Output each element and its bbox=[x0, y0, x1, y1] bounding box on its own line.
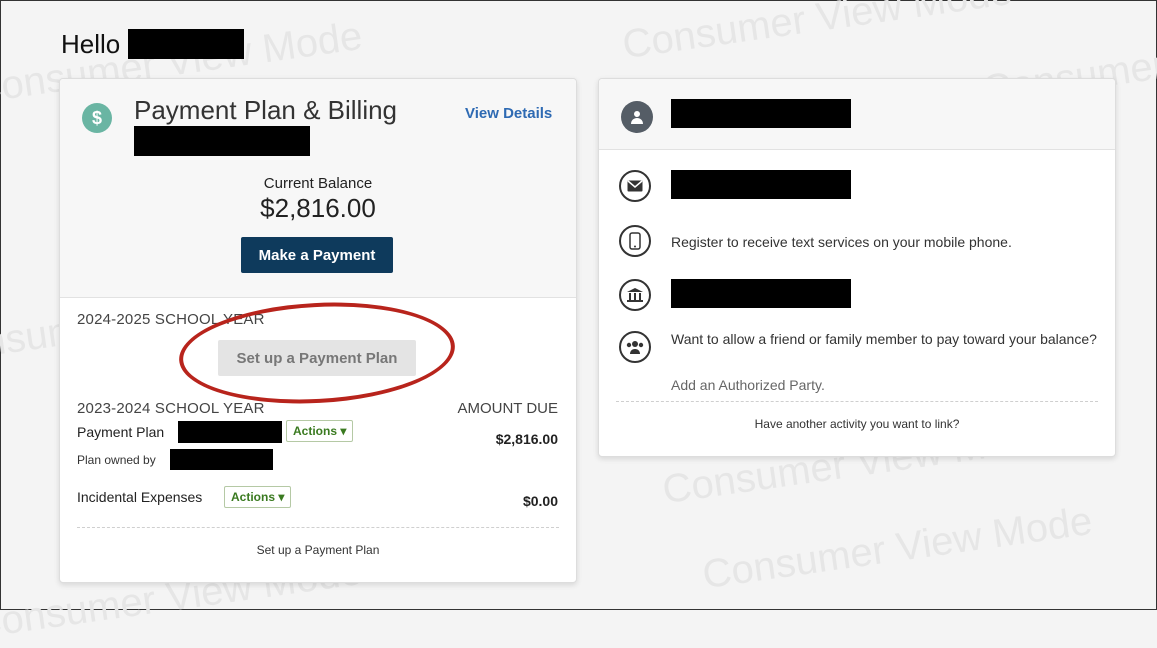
actions-dropdown[interactable]: Actions ▾ bbox=[224, 486, 292, 508]
setup-payment-plan-link[interactable]: Set up a Payment Plan bbox=[60, 543, 576, 557]
redacted-owner bbox=[170, 449, 273, 470]
redacted-plan-id bbox=[178, 421, 282, 443]
chevron-down-icon: ▾ bbox=[340, 424, 347, 438]
greeting-text: Hello bbox=[61, 29, 121, 59]
actions-label: Actions bbox=[293, 424, 338, 438]
greeting: Hello bbox=[61, 29, 245, 60]
person-icon bbox=[621, 101, 653, 133]
dollar-icon: $ bbox=[82, 103, 112, 133]
contact-header bbox=[599, 79, 1115, 150]
bank-icon bbox=[619, 279, 651, 311]
mobile-phone-icon bbox=[619, 225, 651, 257]
incidental-amount: $0.00 bbox=[522, 493, 558, 509]
text-services-link[interactable]: Register to receive text services on you… bbox=[671, 232, 1012, 252]
make-payment-button[interactable]: Make a Payment bbox=[241, 237, 393, 273]
amount-due-header: AMOUNT DUE bbox=[457, 400, 558, 417]
redacted-account bbox=[134, 126, 310, 156]
incidental-expenses-label: Incidental Expenses bbox=[77, 489, 203, 505]
plan-owner-label: Plan owned by bbox=[77, 453, 156, 467]
payment-plan-label: Payment Plan bbox=[77, 424, 165, 440]
contact-card: Register to receive text services on you… bbox=[598, 78, 1116, 457]
redacted-bank bbox=[671, 279, 851, 308]
watermark: Consumer View Mode bbox=[619, 0, 1015, 68]
chevron-down-icon: ▾ bbox=[278, 490, 285, 504]
balance-label: Current Balance bbox=[263, 175, 373, 192]
divider bbox=[77, 527, 559, 528]
actions-dropdown[interactable]: Actions ▾ bbox=[286, 420, 354, 442]
actions-label: Actions bbox=[231, 490, 276, 504]
divider bbox=[616, 401, 1098, 402]
payment-plan-header: $ Payment Plan & Billing View Details Cu… bbox=[60, 79, 576, 298]
link-activity-link[interactable]: Have another activity you want to link? bbox=[599, 417, 1115, 431]
payment-plan-card: $ Payment Plan & Billing View Details Cu… bbox=[59, 78, 577, 583]
add-authorized-party-link[interactable]: Add an Authorized Party. bbox=[671, 377, 825, 393]
redacted-email bbox=[671, 170, 851, 199]
authorized-party-prompt: Want to allow a friend or family member … bbox=[671, 331, 1097, 347]
redacted-name bbox=[671, 99, 851, 128]
payment-plan-amount: $2,816.00 bbox=[495, 431, 558, 447]
card-title: Payment Plan & Billing bbox=[134, 95, 398, 125]
envelope-icon bbox=[619, 170, 651, 202]
watermark: Consumer View Mode bbox=[699, 498, 1095, 598]
redacted-name bbox=[128, 29, 245, 59]
group-icon bbox=[619, 331, 651, 363]
view-details-link[interactable]: View Details bbox=[465, 105, 552, 122]
balance-amount: $2,816.00 bbox=[260, 193, 376, 223]
school-year-heading: 2023-2024 SCHOOL YEAR bbox=[77, 400, 265, 417]
